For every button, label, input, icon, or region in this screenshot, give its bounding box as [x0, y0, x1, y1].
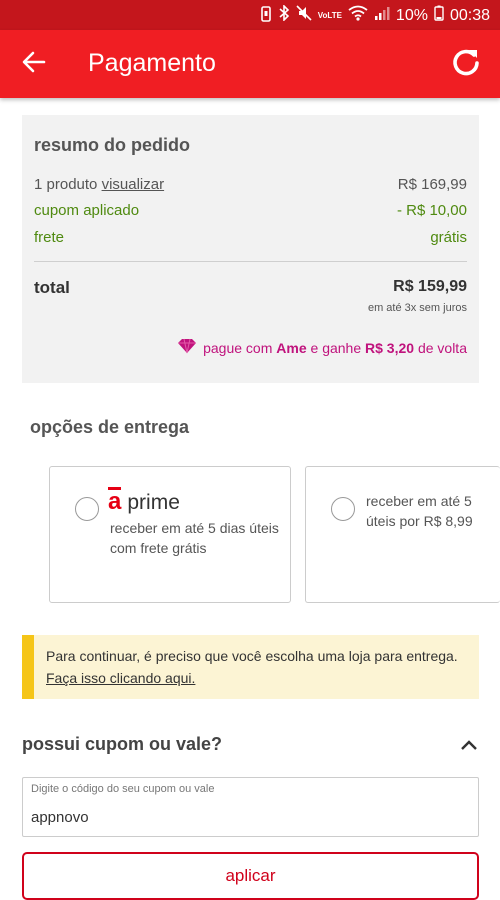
- delivery-option-prime[interactable]: a prime receber em até 5 dias úteis com …: [49, 466, 291, 603]
- delivery-option-text: receber em até 5 dias úteis com frete gr…: [110, 520, 279, 556]
- battery-percent: 10%: [395, 6, 428, 24]
- total-value: R$ 159,99: [393, 278, 467, 295]
- ame-brand: Ame: [276, 339, 307, 356]
- battery-icon: [434, 5, 444, 26]
- shipping-value: grátis: [430, 229, 467, 246]
- coupon-label: cupom aplicado: [34, 202, 140, 219]
- volte-icon: VoLTE: [317, 11, 342, 20]
- radio-button[interactable]: [75, 497, 99, 521]
- apply-button[interactable]: aplicar: [22, 852, 479, 900]
- signal-icon: [374, 5, 390, 26]
- coupon-field[interactable]: Digite o código do seu cupom ou vale: [22, 777, 479, 837]
- coupon-input[interactable]: [31, 806, 471, 828]
- ame-prefix: pague com: [203, 339, 273, 356]
- wifi-icon: [348, 5, 368, 26]
- view-products-link[interactable]: visualizar: [102, 176, 165, 193]
- shipping-row: frete grátis: [34, 229, 467, 246]
- delivery-option-text-line2: úteis por R$ 8,99: [366, 513, 473, 529]
- bluetooth-icon: [278, 4, 290, 26]
- arrow-left-icon[interactable]: [20, 48, 48, 76]
- delivery-option-standard[interactable]: receber em até 5 úteis por R$ 8,99: [305, 466, 500, 603]
- order-summary: resumo do pedido 1 produto visualizar R$…: [22, 115, 479, 383]
- store-notice: Para continuar, é preciso que você escol…: [22, 635, 479, 699]
- chevron-up-icon[interactable]: [460, 738, 478, 752]
- shipping-label: frete: [34, 229, 65, 246]
- notice-link[interactable]: Faça isso clicando aqui.: [46, 670, 195, 686]
- refresh-icon[interactable]: [450, 46, 482, 78]
- ame-cashback: pague com Ame e ganhe R$ 3,20 de volta: [177, 338, 467, 357]
- page-title: Pagamento: [88, 49, 216, 77]
- prime-logo-letter: a: [108, 487, 122, 515]
- prime-logo-word: prime: [127, 491, 180, 514]
- products-label: 1 produto: [34, 176, 98, 193]
- products-row: 1 produto visualizar R$ 169,99: [34, 176, 467, 193]
- delivery-heading: opções de entrega: [30, 417, 190, 437]
- diamond-icon: [177, 338, 197, 357]
- coupon-value: - R$ 10,00: [396, 202, 467, 219]
- prime-logo: a prime: [108, 487, 180, 515]
- ame-suffix: de volta: [417, 339, 467, 356]
- installments-text: em até 3x sem juros: [367, 302, 467, 314]
- coupon-row: cupom aplicado - R$ 10,00: [34, 202, 467, 219]
- radio-button[interactable]: [331, 497, 355, 521]
- ame-middle: e ganhe: [310, 339, 362, 356]
- status-bar: VoLTE 10% 00:38: [0, 0, 500, 30]
- total-label: total: [34, 278, 70, 297]
- mute-icon: [296, 5, 312, 26]
- coupon-field-label: Digite o código do seu cupom ou vale: [31, 783, 215, 795]
- coupon-heading[interactable]: possui cupom ou vale?: [22, 734, 222, 755]
- clock: 00:38: [449, 6, 490, 24]
- vibrate-icon: [260, 5, 272, 26]
- summary-divider: [34, 261, 467, 262]
- notice-text: Para continuar, é preciso que você escol…: [46, 648, 458, 664]
- delivery-option-text-line1: receber em até 5: [366, 493, 472, 509]
- products-value: R$ 169,99: [397, 176, 467, 193]
- app-bar: Pagamento: [0, 30, 500, 98]
- ame-cashback-value: R$ 3,20: [365, 339, 415, 356]
- summary-heading: resumo do pedido: [34, 135, 191, 155]
